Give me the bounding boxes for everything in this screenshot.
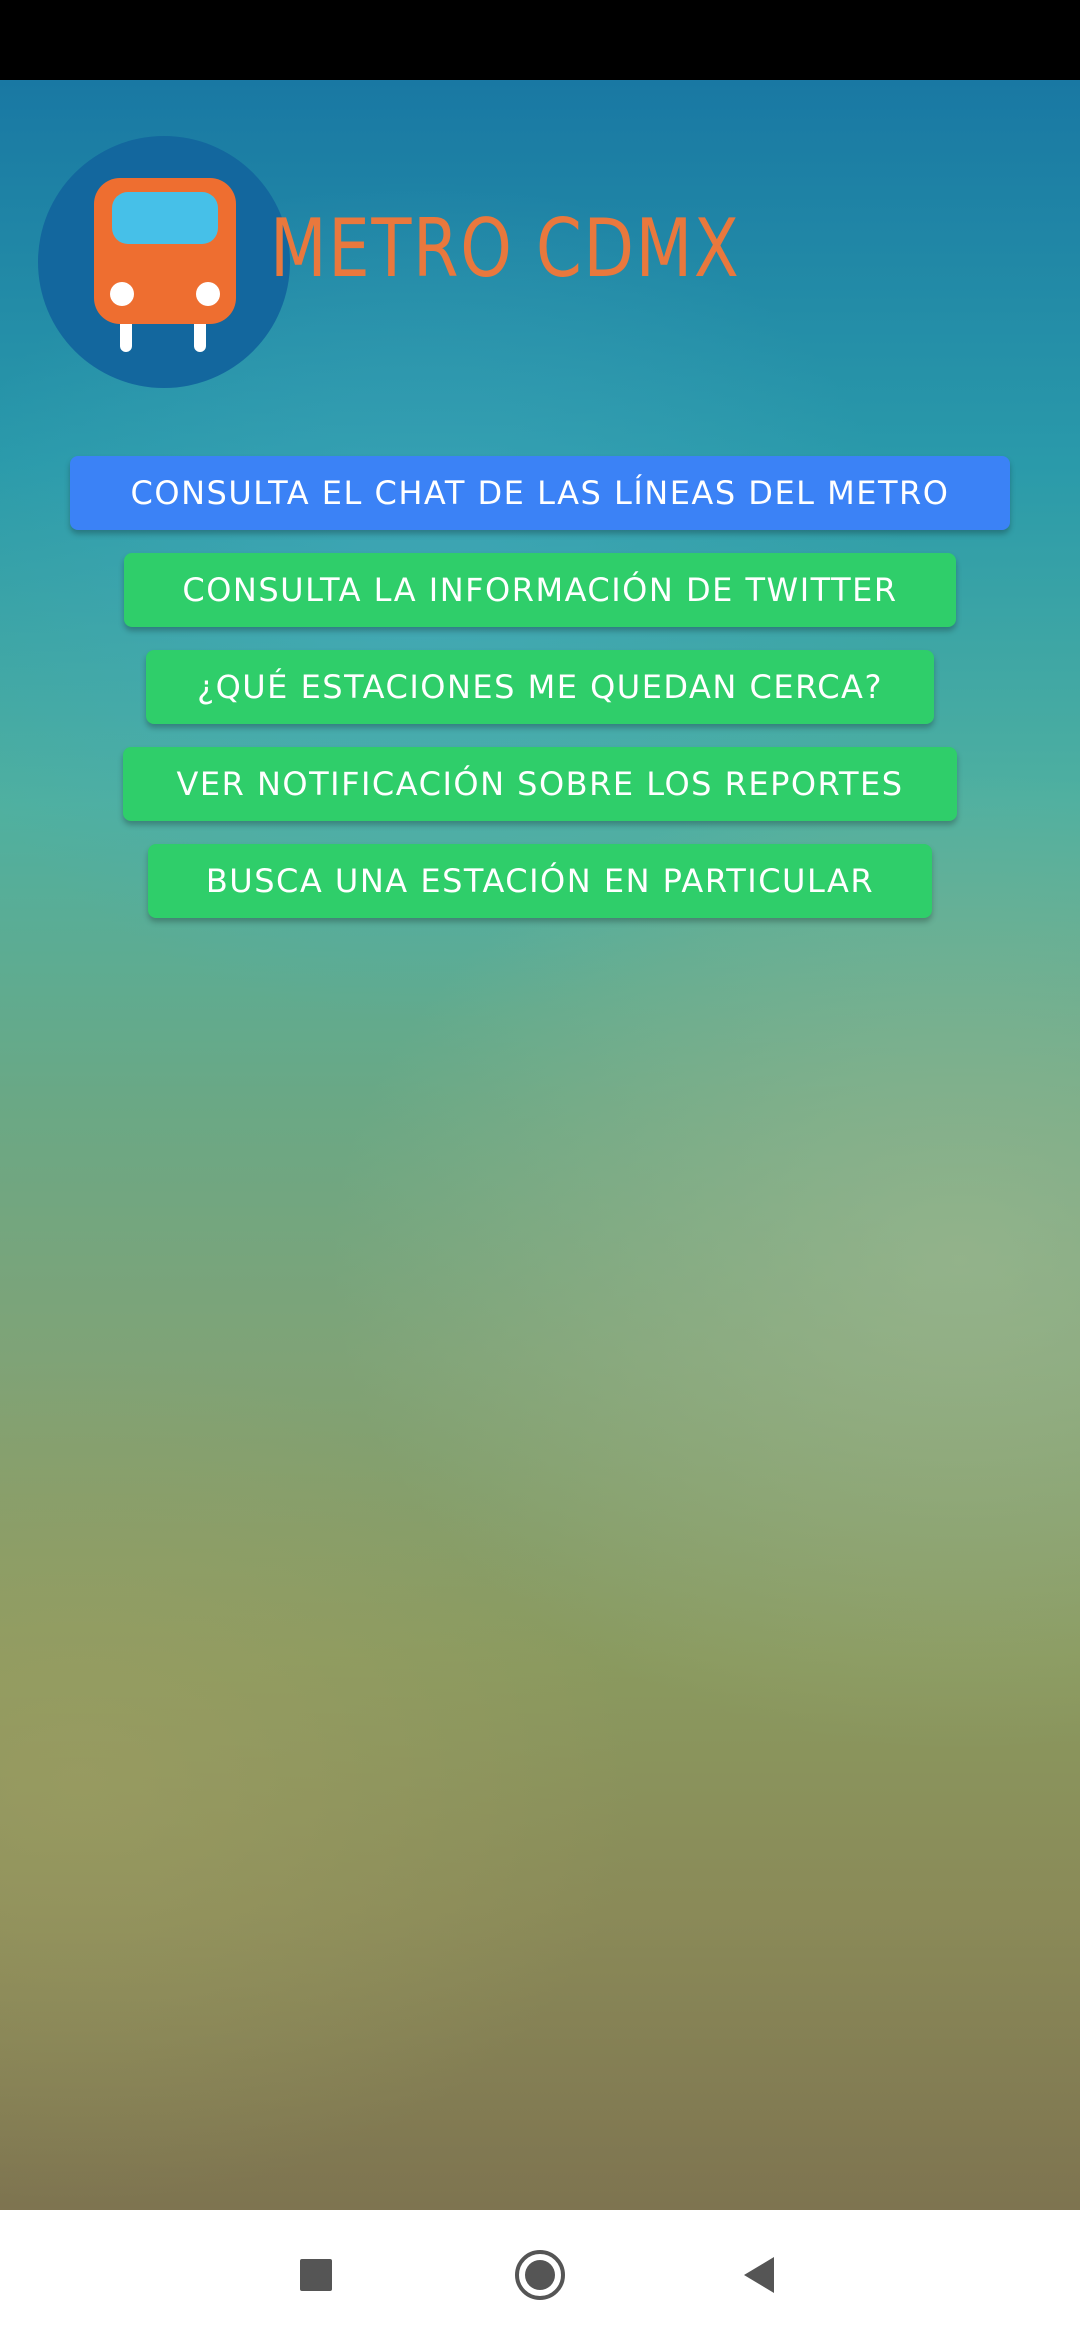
logo-circle <box>38 136 290 388</box>
app-background: METRO CDMX CONSULTA EL CHAT DE LAS LÍNEA… <box>0 80 1080 2210</box>
reports-notification-button[interactable]: VER NOTIFICACIÓN SOBRE LOS REPORTES <box>123 747 957 821</box>
logo-title: METRO CDMX <box>270 202 741 295</box>
status-bar <box>0 0 1080 80</box>
circle-home-icon <box>515 2250 565 2300</box>
square-recents-icon <box>300 2259 332 2291</box>
home-button[interactable] <box>510 2245 570 2305</box>
twitter-info-button[interactable]: CONSULTA LA INFORMACIÓN DE TWITTER <box>124 553 956 627</box>
metro-train-icon <box>94 178 236 352</box>
back-button[interactable] <box>730 2245 790 2305</box>
recents-button[interactable] <box>286 2245 346 2305</box>
nearby-stations-button[interactable]: ¿QUÉ ESTACIONES ME QUEDAN CERCA? <box>146 650 934 724</box>
triangle-back-icon <box>744 2257 774 2293</box>
app-logo: METRO CDMX <box>38 136 739 388</box>
chat-lines-button[interactable]: CONSULTA EL CHAT DE LAS LÍNEAS DEL METRO <box>70 456 1010 530</box>
search-station-button[interactable]: BUSCA UNA ESTACIÓN EN PARTICULAR <box>148 844 932 918</box>
system-navigation-bar <box>0 2210 1080 2340</box>
